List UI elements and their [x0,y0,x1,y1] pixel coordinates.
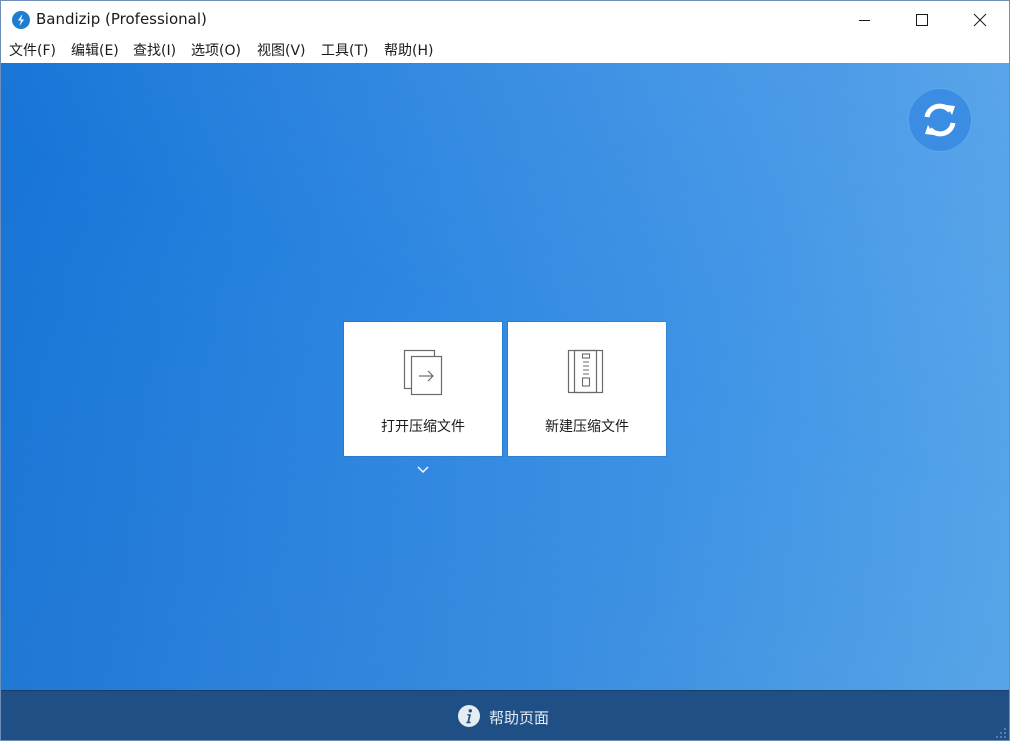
background-shade [1,63,1009,690]
footer-bar: 帮助页面 [1,690,1009,740]
update-button[interactable] [909,89,971,151]
new-archive-button[interactable]: 新建压缩文件 [508,322,666,456]
menu-edit[interactable]: 编辑(E) [71,42,119,60]
bandizip-logo-icon [12,11,30,29]
chevron-down-icon[interactable] [415,464,431,476]
close-button[interactable] [951,1,1009,39]
menu-bar: 文件(F) 编辑(E) 查找(I) 选项(O) 视图(V) 工具(T) 帮助(H… [1,39,1009,63]
menu-tools[interactable]: 工具(T) [321,42,368,60]
new-archive-icon [567,349,604,394]
maximize-icon [916,14,928,26]
minimize-button[interactable] [835,1,893,39]
open-archive-icon [403,349,443,396]
open-archive-button[interactable]: 打开压缩文件 [344,322,502,456]
menu-find[interactable]: 查找(I) [133,42,176,60]
info-icon [458,705,480,727]
app-window: Bandizip (Professional) 文件(F) 编辑(E) 查找(I… [0,0,1010,741]
menu-file[interactable]: 文件(F) [9,42,56,60]
menu-view[interactable]: 视图(V) [257,42,306,60]
title-bar[interactable]: Bandizip (Professional) [1,1,1009,39]
resize-grip-icon[interactable] [995,727,1007,739]
new-archive-label: 新建压缩文件 [545,419,629,435]
close-icon [973,13,987,27]
refresh-icon [924,103,956,137]
help-page-label: 帮助页面 [489,709,550,727]
start-screen: 打开压缩文件 新建压缩文件 [1,63,1009,690]
menu-help[interactable]: 帮助(H) [384,42,433,60]
open-archive-label: 打开压缩文件 [381,419,465,435]
window-title: Bandizip (Professional) [36,10,207,28]
maximize-button[interactable] [893,1,951,39]
minimize-icon [859,20,870,21]
menu-options[interactable]: 选项(O) [191,42,241,60]
